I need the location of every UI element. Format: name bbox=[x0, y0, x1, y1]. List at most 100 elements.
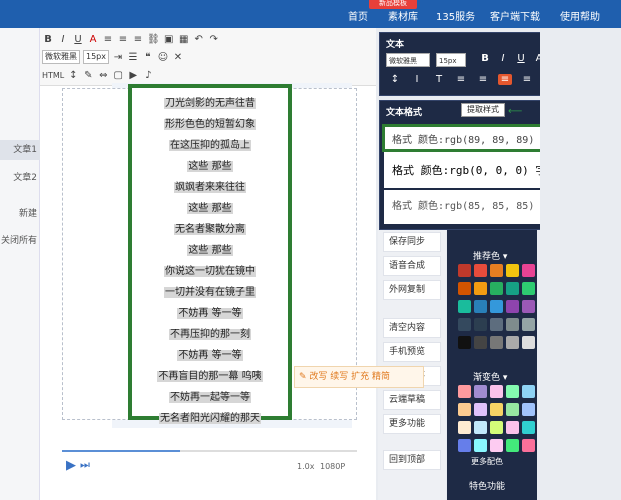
color-swatch[interactable] bbox=[506, 300, 519, 313]
color-swatch[interactable] bbox=[490, 264, 503, 277]
font-color-button[interactable]: A bbox=[87, 34, 99, 45]
line-height-icon[interactable]: ↕ bbox=[67, 70, 79, 81]
color-swatch[interactable] bbox=[522, 403, 535, 416]
color-swatch[interactable] bbox=[474, 264, 487, 277]
color-swatch[interactable] bbox=[474, 336, 487, 349]
nav-home[interactable]: 首页 bbox=[348, 8, 368, 23]
color-swatch[interactable] bbox=[474, 282, 487, 295]
color-swatch[interactable] bbox=[506, 336, 519, 349]
color-swatch[interactable] bbox=[458, 282, 471, 295]
color-swatch[interactable] bbox=[490, 421, 503, 434]
link-icon[interactable]: ⛓ bbox=[147, 34, 160, 45]
music-icon[interactable]: ♪ bbox=[142, 70, 154, 81]
panel-indent-button[interactable]: I bbox=[410, 74, 424, 85]
color-swatch[interactable] bbox=[522, 385, 535, 398]
color-swatch[interactable] bbox=[458, 336, 471, 349]
video-icon[interactable]: ▶ bbox=[127, 70, 139, 81]
panel-align-center-button[interactable]: ≡ bbox=[498, 74, 512, 85]
align-left-button[interactable]: ≡ bbox=[102, 34, 114, 45]
color-swatch[interactable] bbox=[458, 421, 471, 434]
redo-icon[interactable]: ↷ bbox=[208, 34, 220, 45]
format-painter-icon[interactable]: ✎ bbox=[82, 70, 94, 81]
panel-align-right-button[interactable]: ≡ bbox=[520, 74, 534, 85]
color-swatch[interactable] bbox=[490, 385, 503, 398]
nav-help[interactable]: 使用帮助 bbox=[560, 8, 600, 23]
color-swatch[interactable] bbox=[506, 385, 519, 398]
align-right-button[interactable]: ≡ bbox=[132, 34, 144, 45]
color-swatch[interactable] bbox=[458, 385, 471, 398]
more-colors-link[interactable]: 更多配色 bbox=[471, 456, 503, 467]
selected-text-block[interactable]: 刀光剑影的无声往昔 形形色色的短暂幻象 在这压抑的孤岛上 这些 那些 飒飒者来来… bbox=[128, 84, 292, 424]
extract-style-button[interactable]: 提取样式 bbox=[461, 103, 505, 117]
play-icon[interactable]: ▶ bbox=[66, 458, 76, 473]
underline-button[interactable]: U bbox=[72, 34, 84, 45]
color-swatch[interactable] bbox=[458, 439, 471, 452]
playback-speed[interactable]: 1.0x bbox=[297, 462, 314, 471]
nav-library[interactable]: 素材库 bbox=[388, 8, 418, 23]
color-swatch[interactable] bbox=[474, 300, 487, 313]
mobile-preview-button[interactable]: 手机预览 bbox=[383, 342, 441, 362]
color-swatch[interactable] bbox=[522, 421, 535, 434]
more-functions-button[interactable]: 更多功能 bbox=[383, 414, 441, 434]
color-swatch[interactable] bbox=[458, 318, 471, 331]
panel-font-family-select[interactable]: 微软雅黑 bbox=[386, 53, 430, 67]
color-swatch[interactable] bbox=[506, 282, 519, 295]
color-swatch[interactable] bbox=[458, 403, 471, 416]
back-to-top-button[interactable]: 回到顶部 bbox=[383, 450, 441, 470]
save-sync-button[interactable]: 保存同步 bbox=[383, 232, 441, 252]
spacing-icon[interactable]: ⇔ bbox=[97, 70, 109, 81]
editor-font-family-select[interactable]: 微软雅黑 bbox=[42, 50, 80, 64]
border-icon[interactable]: ▢ bbox=[112, 70, 124, 81]
color-swatch[interactable] bbox=[506, 403, 519, 416]
undo-icon[interactable]: ↶ bbox=[193, 34, 205, 45]
panel-align-left-button[interactable]: ≡ bbox=[454, 74, 468, 85]
italic-button[interactable]: I bbox=[57, 34, 69, 45]
color-swatch[interactable] bbox=[458, 300, 471, 313]
indent-icon[interactable]: ⇥ bbox=[112, 52, 124, 63]
emoji-icon[interactable]: ☺ bbox=[157, 52, 169, 63]
panel-bold-button[interactable]: B bbox=[478, 53, 492, 64]
ai-rewrite-bar[interactable]: ✎ 改写 续写 扩充 精简 bbox=[294, 366, 424, 388]
panel-line-height-button[interactable]: ↕ bbox=[388, 74, 402, 85]
color-swatch[interactable] bbox=[490, 318, 503, 331]
color-swatch[interactable] bbox=[506, 439, 519, 452]
color-swatch[interactable] bbox=[506, 264, 519, 277]
bold-button[interactable]: B bbox=[42, 34, 54, 45]
panel-italic-button[interactable]: I bbox=[496, 53, 510, 64]
color-swatch[interactable] bbox=[490, 336, 503, 349]
nav-download[interactable]: 客户端下载 bbox=[490, 8, 540, 23]
voice-synthesis-button[interactable]: 语音合成 bbox=[383, 256, 441, 276]
panel-text-transform-button[interactable]: T bbox=[432, 74, 446, 85]
external-copy-button[interactable]: 外网复制 bbox=[383, 280, 441, 300]
close-all-button[interactable]: 关闭所有 bbox=[0, 233, 40, 249]
color-swatch[interactable] bbox=[490, 439, 503, 452]
quote-icon[interactable]: ❝ bbox=[142, 52, 154, 63]
next-icon[interactable]: ⏭ bbox=[80, 458, 90, 472]
color-swatch[interactable] bbox=[522, 439, 535, 452]
color-swatch[interactable] bbox=[490, 282, 503, 295]
color-swatch[interactable] bbox=[458, 264, 471, 277]
article-tab-2[interactable]: 文章2 bbox=[0, 168, 40, 188]
clear-content-button[interactable]: 清空内容 bbox=[383, 318, 441, 338]
color-swatch[interactable] bbox=[522, 318, 535, 331]
panel-align-left-alt-button[interactable]: ≡ bbox=[476, 74, 490, 85]
color-swatch[interactable] bbox=[522, 336, 535, 349]
color-swatch[interactable] bbox=[522, 264, 535, 277]
color-swatch[interactable] bbox=[522, 300, 535, 313]
article-tab-1[interactable]: 文章1 bbox=[0, 140, 40, 160]
table-icon[interactable]: ▦ bbox=[178, 34, 190, 45]
color-swatch[interactable] bbox=[522, 282, 535, 295]
clear-format-icon[interactable]: ✕ bbox=[172, 52, 184, 63]
color-swatch[interactable] bbox=[474, 403, 487, 416]
new-article-button[interactable]: 新建 bbox=[0, 206, 40, 222]
color-swatch[interactable] bbox=[474, 439, 487, 452]
align-center-button[interactable]: ≡ bbox=[117, 34, 129, 45]
editor-font-size-select[interactable]: 15px bbox=[83, 50, 109, 64]
panel-font-size-select[interactable]: 15px bbox=[436, 53, 466, 67]
color-swatch[interactable] bbox=[474, 318, 487, 331]
color-swatch[interactable] bbox=[490, 403, 503, 416]
cloud-draft-button[interactable]: 云端草稿 bbox=[383, 390, 441, 410]
html-button[interactable]: HTML bbox=[42, 71, 64, 80]
color-swatch[interactable] bbox=[490, 300, 503, 313]
color-swatch[interactable] bbox=[474, 421, 487, 434]
